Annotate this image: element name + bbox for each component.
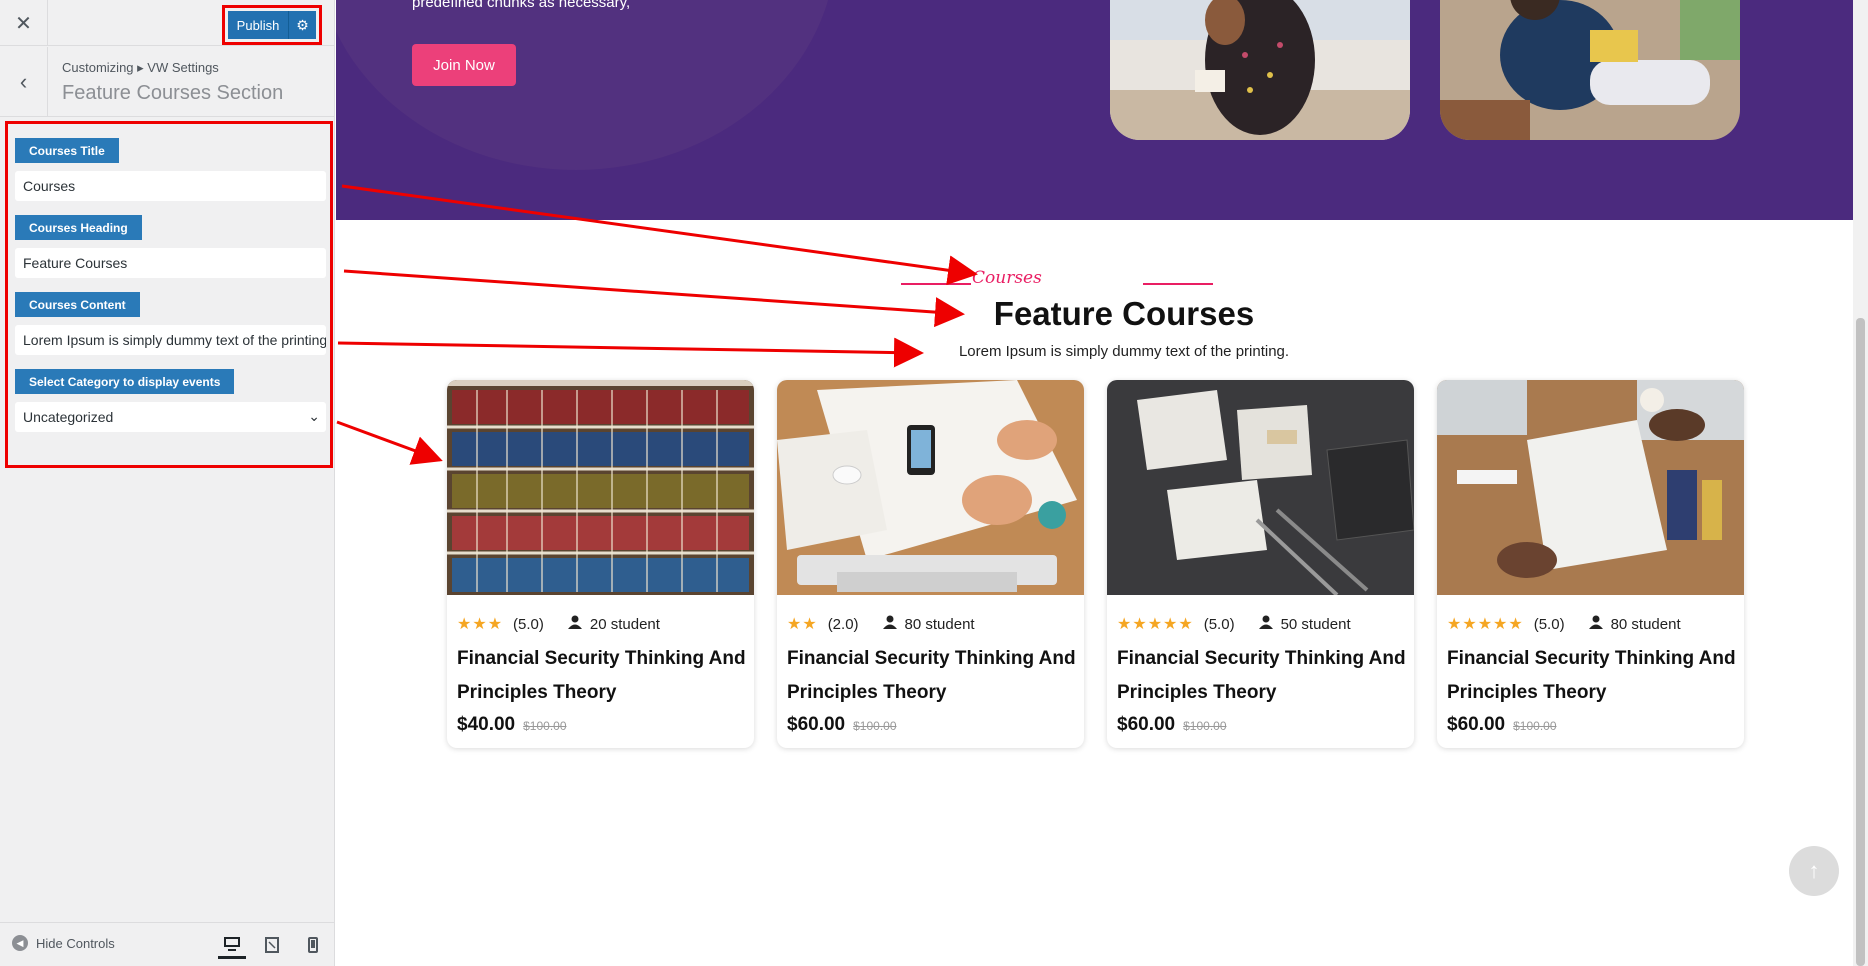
- section-header: ‹ Customizing ▸ VW Settings Feature Cour…: [0, 47, 335, 117]
- hero-image-reading-man: [1440, 0, 1740, 140]
- hide-controls-label: Hide Controls: [36, 935, 115, 951]
- courses-title-input[interactable]: Courses: [15, 171, 326, 201]
- desktop-preview-button[interactable]: [218, 931, 246, 959]
- close-button[interactable]: ✕: [0, 0, 48, 46]
- course-price: $60.00 $100.00: [1117, 714, 1227, 736]
- courses-heading-input[interactable]: Feature Courses: [15, 248, 326, 278]
- student-count: 20 student: [589, 615, 660, 633]
- course-price: $60.00 $100.00: [1447, 714, 1557, 736]
- category-select-label: Select Category to display events: [15, 369, 235, 394]
- scroll-to-top-button[interactable]: ↑: [1789, 846, 1839, 896]
- controls-highlight-box: Courses Title Courses Courses Heading Fe…: [5, 121, 333, 468]
- course-card[interactable]: ★★★ (5.0) 20 student Financial Security …: [447, 380, 754, 748]
- course-title[interactable]: Financial Security Thinking And Principl…: [1117, 642, 1407, 710]
- user-icon: [567, 615, 582, 633]
- courses-content: Lorem Ipsum is simply dummy text of the …: [958, 343, 1290, 360]
- course-title[interactable]: Financial Security Thinking And Principl…: [1447, 642, 1737, 710]
- student-count: 80 student: [1610, 615, 1681, 633]
- current-price: $60.00: [787, 714, 846, 735]
- breadcrumb: Customizing ▸ VW Settings: [62, 60, 219, 75]
- page-scrollbar[interactable]: [1853, 0, 1868, 966]
- hero-banner: predefined chunks as necessary, Join Now: [336, 0, 1853, 220]
- course-price: $40.00 $100.00: [457, 714, 567, 736]
- desktop-icon: [224, 936, 240, 951]
- customizer-header: ✕ Publish ⚙: [0, 0, 335, 46]
- collapse-icon: ◀: [12, 935, 28, 951]
- mobile-preview-button[interactable]: [299, 931, 327, 959]
- course-image-bookshelf: [447, 380, 754, 595]
- arrow-up-icon: ↑: [1808, 858, 1820, 883]
- course-title[interactable]: Financial Security Thinking And Principl…: [787, 642, 1077, 710]
- course-price: $60.00 $100.00: [787, 714, 897, 736]
- student-count: 50 student: [1280, 615, 1351, 633]
- publish-button-group: Publish ⚙: [228, 11, 316, 39]
- category-select[interactable]: Uncategorized ⌄: [15, 402, 326, 432]
- join-now-button[interactable]: Join Now: [412, 44, 516, 86]
- user-icon: [1588, 615, 1603, 633]
- courses-content-label: Courses Content: [15, 292, 140, 317]
- courses-heading-label: Courses Heading: [15, 215, 142, 240]
- course-card[interactable]: ★★ (2.0) 80 student Financial Security T…: [777, 380, 1084, 748]
- hero-decor-circle: [336, 0, 836, 170]
- course-image-team-meeting: [1437, 380, 1744, 595]
- hero-text: predefined chunks as necessary,: [412, 0, 631, 11]
- title-underline-left: [901, 283, 971, 285]
- student-count: 80 student: [904, 615, 975, 633]
- tablet-icon: [265, 937, 279, 953]
- old-price: $100.00: [1513, 719, 1557, 733]
- star-rating: ★★★: [457, 616, 504, 633]
- card-meta: ★★★★★ (5.0) 50 student: [1117, 614, 1351, 634]
- back-button[interactable]: ‹: [0, 47, 48, 117]
- course-card[interactable]: ★★★★★ (5.0) 80 student Financial Securit…: [1437, 380, 1744, 748]
- close-icon: ✕: [15, 12, 32, 35]
- publish-settings-button[interactable]: ⚙: [288, 11, 316, 39]
- course-image-wireframes-on-table: [1107, 380, 1414, 595]
- rating-value: (5.0): [513, 615, 544, 633]
- current-price: $40.00: [457, 714, 516, 735]
- site-preview: predefined chunks as necessary, Join Now: [336, 0, 1853, 966]
- card-meta: ★★ (2.0) 80 student: [787, 614, 975, 634]
- customizer-footer: ◀ Hide Controls: [0, 922, 335, 966]
- category-select-value: Uncategorized: [23, 409, 114, 425]
- card-meta: ★★★★★ (5.0) 80 student: [1447, 614, 1681, 634]
- courses-subtitle: Courses: [972, 268, 1042, 288]
- chevron-down-icon: ⌄: [308, 408, 320, 424]
- hide-controls-button[interactable]: ◀ Hide Controls: [12, 935, 115, 951]
- customizer-sidebar: ✕ Publish ⚙ ‹ Customizing ▸ VW Settings …: [0, 0, 335, 966]
- publish-highlight-box: Publish ⚙: [222, 5, 322, 45]
- user-icon: [882, 615, 897, 633]
- publish-button[interactable]: Publish: [228, 11, 288, 39]
- star-rating: ★★: [787, 616, 818, 633]
- star-rating: ★★★★★: [1447, 616, 1524, 633]
- current-price: $60.00: [1447, 714, 1506, 735]
- old-price: $100.00: [853, 719, 897, 733]
- chevron-left-icon: ‹: [19, 69, 28, 94]
- hero-image-reading-woman: [1110, 0, 1410, 140]
- courses-heading: Feature Courses: [993, 295, 1255, 332]
- courses-title-label: Courses Title: [15, 138, 119, 163]
- rating-value: (5.0): [1533, 615, 1565, 633]
- user-icon: [1258, 615, 1273, 633]
- scrollbar-thumb[interactable]: [1856, 318, 1865, 966]
- rating-value: (2.0): [827, 615, 859, 633]
- section-title: Feature Courses Section: [62, 82, 284, 104]
- course-image-desk-sketching: [777, 380, 1084, 595]
- title-underline-right: [1143, 283, 1213, 285]
- card-meta: ★★★ (5.0) 20 student: [457, 614, 660, 634]
- gear-icon: ⚙: [296, 16, 309, 33]
- courses-content-input[interactable]: Lorem Ipsum is simply dummy text of the …: [15, 325, 326, 355]
- tablet-preview-button[interactable]: [258, 931, 286, 959]
- mobile-icon: [308, 937, 318, 953]
- current-price: $60.00: [1117, 714, 1176, 735]
- star-rating: ★★★★★: [1117, 616, 1194, 633]
- course-title[interactable]: Financial Security Thinking And Principl…: [457, 642, 747, 710]
- old-price: $100.00: [1183, 719, 1227, 733]
- rating-value: (5.0): [1203, 615, 1235, 633]
- course-card[interactable]: ★★★★★ (5.0) 50 student Financial Securit…: [1107, 380, 1414, 748]
- old-price: $100.00: [523, 719, 567, 733]
